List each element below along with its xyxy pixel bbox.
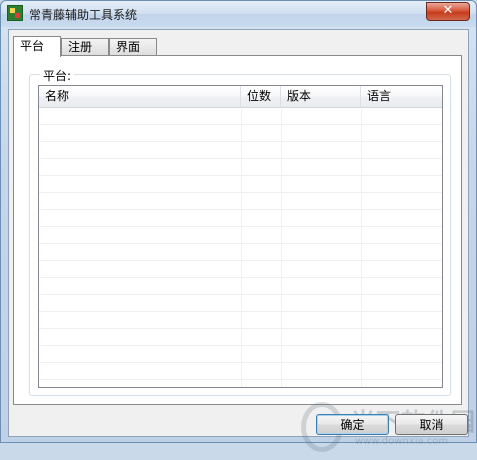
list-body	[39, 108, 442, 387]
list-row-empty	[39, 244, 442, 261]
column-header-bits[interactable]: 位数	[241, 86, 281, 108]
list-row-empty	[39, 261, 442, 278]
list-row-empty	[39, 176, 442, 193]
tab-panel-platform: 平台: 名称 位数 版本 语言	[13, 55, 462, 405]
list-header: 名称 位数 版本 语言	[39, 86, 442, 108]
platform-list[interactable]: 名称 位数 版本 语言	[38, 85, 443, 388]
list-row-empty	[39, 193, 442, 210]
title-bar[interactable]: 常青藤辅助工具系统 ✕	[1, 1, 476, 27]
tab-platform[interactable]: 平台	[13, 36, 61, 57]
watermark-url: www.downxia.com	[355, 436, 449, 447]
column-header-name[interactable]: 名称	[39, 86, 241, 108]
list-row-empty	[39, 312, 442, 329]
ok-button[interactable]: 确定	[316, 414, 389, 435]
cancel-button[interactable]: 取消	[395, 414, 468, 435]
column-header-version[interactable]: 版本	[281, 86, 361, 108]
tab-interface[interactable]: 界面	[109, 38, 157, 56]
column-header-language[interactable]: 语言	[361, 86, 442, 108]
dialog-client-area: 平台 注册 界面 平台: 名称 位数 版本 语言 www.downxia.com…	[8, 29, 475, 452]
tab-register[interactable]: 注册	[61, 38, 109, 56]
list-row-empty	[39, 159, 442, 176]
platform-groupbox: 平台: 名称 位数 版本 语言	[29, 67, 451, 396]
window-title: 常青藤辅助工具系统	[29, 8, 138, 22]
list-row-empty	[39, 295, 442, 312]
list-row-empty	[39, 125, 442, 142]
groupbox-label: 平台:	[40, 67, 75, 84]
list-row-empty	[39, 278, 442, 295]
list-row-empty	[39, 142, 442, 159]
list-row-empty	[39, 329, 442, 346]
close-button[interactable]: ✕	[426, 2, 470, 21]
list-row-empty	[39, 227, 442, 244]
list-row-empty	[39, 210, 442, 227]
list-row-empty	[39, 108, 442, 125]
list-row-empty	[39, 363, 442, 380]
app-icon	[7, 5, 23, 21]
app-window: 常青藤辅助工具系统 ✕ 平台 注册 界面 平台: 名称 位数 版本 语言 www…	[0, 0, 477, 452]
list-row-empty	[39, 346, 442, 363]
